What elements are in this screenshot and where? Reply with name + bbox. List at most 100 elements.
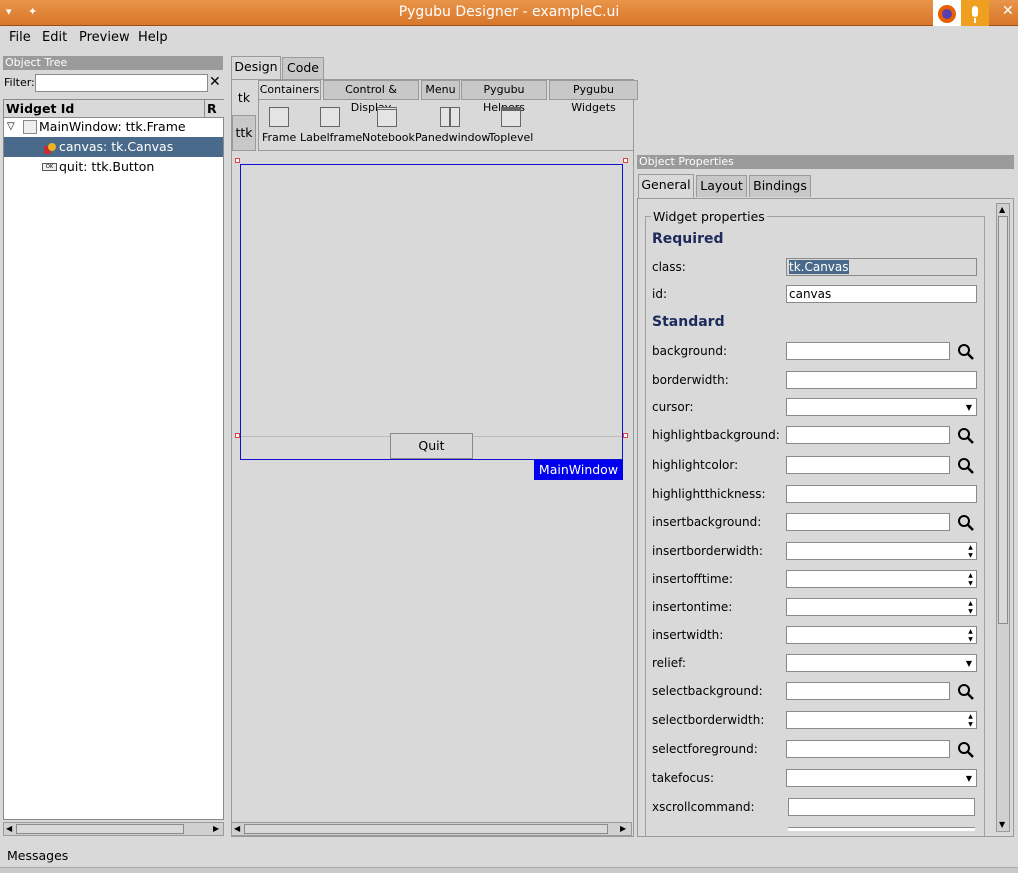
tab-bindings[interactable]: Bindings <box>749 175 811 197</box>
bottom-edge <box>0 867 1018 873</box>
properties-vertical-scrollbar[interactable]: ▲ ▼ <box>996 203 1010 832</box>
tab-design[interactable]: Design <box>231 56 281 80</box>
menu-help[interactable]: Help <box>138 30 168 45</box>
scroll-down-icon[interactable]: ▼ <box>999 820 1005 829</box>
scroll-right-icon[interactable]: ▶ <box>213 824 219 833</box>
palette-tab-pygubu-widgets[interactable]: Pygubu Widgets <box>549 80 638 114</box>
canvas-icon <box>43 141 56 154</box>
chevron-down-icon[interactable]: ▼ <box>964 657 974 671</box>
column-header-widget-id[interactable]: Widget Id <box>4 100 205 118</box>
borderwidth-field[interactable] <box>786 371 977 389</box>
design-horizontal-scrollbar[interactable]: ◀ ▶ <box>231 822 632 836</box>
column-header-r[interactable]: R <box>205 100 224 118</box>
palette-tab-tk[interactable]: tk <box>232 80 256 112</box>
palette-tab-menu[interactable]: Menu <box>421 80 460 100</box>
scrollbar-thumb[interactable] <box>244 824 608 834</box>
messages-label[interactable]: Messages <box>7 848 68 863</box>
prop-label-cursor: cursor: <box>652 400 694 414</box>
selectborderwidth-spinbox[interactable] <box>786 711 977 729</box>
spin-arrows-icon[interactable]: ▲ ▼ <box>966 628 975 644</box>
palette-item-toplevel[interactable]: Toplevel <box>487 107 535 144</box>
cursor-combobox[interactable] <box>786 398 977 416</box>
insertwidth-spinbox[interactable] <box>786 626 977 644</box>
palette-item-panedwindow[interactable]: Panedwindow <box>415 107 491 144</box>
background-field[interactable] <box>786 342 950 360</box>
frame-icon <box>269 107 289 127</box>
spin-arrows-icon[interactable]: ▲ ▼ <box>966 572 975 588</box>
relief-combobox[interactable] <box>786 654 977 672</box>
panedwindow-icon <box>440 107 460 127</box>
palette-item-labelframe[interactable]: Labelframe <box>300 107 362 144</box>
spin-arrows-icon[interactable]: ▲ ▼ <box>966 544 975 560</box>
clear-filter-icon[interactable]: ✕ <box>209 74 221 90</box>
palette-tab-ttk[interactable]: ttk <box>232 115 256 151</box>
insertontime-spinbox[interactable] <box>786 598 977 616</box>
tab-code[interactable]: Code <box>282 57 324 79</box>
filter-input[interactable] <box>35 74 208 92</box>
insertbackground-field[interactable] <box>786 513 950 531</box>
insertofftime-spinbox[interactable] <box>786 570 977 588</box>
id-field[interactable]: canvas <box>786 285 977 303</box>
scroll-right-icon[interactable]: ▶ <box>620 824 626 833</box>
tree-item-canvas[interactable]: canvas: tk.Canvas <box>4 137 223 157</box>
title-bar: ▾ ✦ Pygubu Designer - exampleC.ui ✕ <box>0 0 1018 30</box>
section-required: Required <box>652 231 724 247</box>
takefocus-combobox[interactable] <box>786 769 977 787</box>
search-icon[interactable] <box>957 683 975 701</box>
highlightcolor-field[interactable] <box>786 456 950 474</box>
tree-horizontal-scrollbar[interactable]: ◀ ▶ <box>3 822 224 836</box>
chevron-down-icon[interactable]: ▼ <box>964 401 974 415</box>
prop-label-insertwidth: insertwidth: <box>652 628 724 642</box>
search-icon[interactable] <box>957 343 975 361</box>
highlightthickness-field[interactable] <box>786 485 977 503</box>
search-icon[interactable] <box>957 457 975 475</box>
group-title: Widget properties <box>651 209 767 224</box>
prop-label-borderwidth: borderwidth: <box>652 373 729 387</box>
scroll-up-icon[interactable]: ▲ <box>999 205 1005 214</box>
insertborderwidth-spinbox[interactable] <box>786 542 977 560</box>
notebook-icon <box>377 107 397 127</box>
search-icon[interactable] <box>957 741 975 759</box>
spin-arrows-icon[interactable]: ▲ ▼ <box>966 600 975 616</box>
search-icon[interactable] <box>957 427 975 445</box>
tab-general[interactable]: General <box>638 174 694 198</box>
selectbackground-field[interactable] <box>786 682 950 700</box>
prop-label-insertontime: insertontime: <box>652 600 733 614</box>
prop-label-highlightcolor: highlightcolor: <box>652 458 739 472</box>
preview-quit-button[interactable]: Quit <box>390 433 473 459</box>
resize-handle[interactable] <box>235 158 240 163</box>
expand-toggle-icon[interactable]: ▽ <box>7 117 15 137</box>
next-field-partial <box>788 827 975 831</box>
prop-label-highlightthickness: highlightthickness: <box>652 487 766 501</box>
scrollbar-thumb[interactable] <box>16 824 184 834</box>
search-icon[interactable] <box>957 514 975 532</box>
palette-tab-pygubu-helpers[interactable]: Pygubu Helpers <box>461 80 547 114</box>
toplevel-icon <box>501 107 521 127</box>
resize-handle[interactable] <box>623 158 628 163</box>
prop-label-relief: relief: <box>652 656 686 670</box>
preview-canvas[interactable] <box>241 165 622 437</box>
scroll-left-icon[interactable]: ◀ <box>234 824 240 833</box>
menu-edit[interactable]: Edit <box>42 30 67 45</box>
xscrollcommand-field[interactable] <box>788 798 975 816</box>
highlightbackground-field[interactable] <box>786 426 950 444</box>
resize-handle[interactable] <box>623 433 628 438</box>
menu-preview[interactable]: Preview <box>79 30 130 45</box>
chevron-down-icon[interactable]: ▼ <box>964 772 974 786</box>
scroll-left-icon[interactable]: ◀ <box>6 824 12 833</box>
class-field[interactable]: tk.Canvas <box>786 258 977 276</box>
spin-arrows-icon[interactable]: ▲ ▼ <box>966 713 975 729</box>
menu-file[interactable]: File <box>9 30 31 45</box>
close-window-icon[interactable]: ✕ <box>1002 3 1014 19</box>
tree-item-mainwindow[interactable]: ▽ MainWindow: ttk.Frame <box>4 117 223 137</box>
palette-tab-control-display[interactable]: Control & Display <box>323 80 419 114</box>
palette-tab-containers[interactable]: Containers <box>258 80 321 100</box>
palette-item-label: Panedwindow <box>415 131 491 144</box>
scrollbar-thumb[interactable] <box>998 216 1008 624</box>
resize-handle[interactable] <box>235 433 240 438</box>
selectforeground-field[interactable] <box>786 740 950 758</box>
palette-item-frame[interactable]: Frame <box>262 107 296 144</box>
palette-item-notebook[interactable]: Notebook <box>362 107 415 144</box>
tree-item-quit[interactable]: OK quit: ttk.Button <box>4 157 223 177</box>
tab-layout[interactable]: Layout <box>696 175 747 197</box>
